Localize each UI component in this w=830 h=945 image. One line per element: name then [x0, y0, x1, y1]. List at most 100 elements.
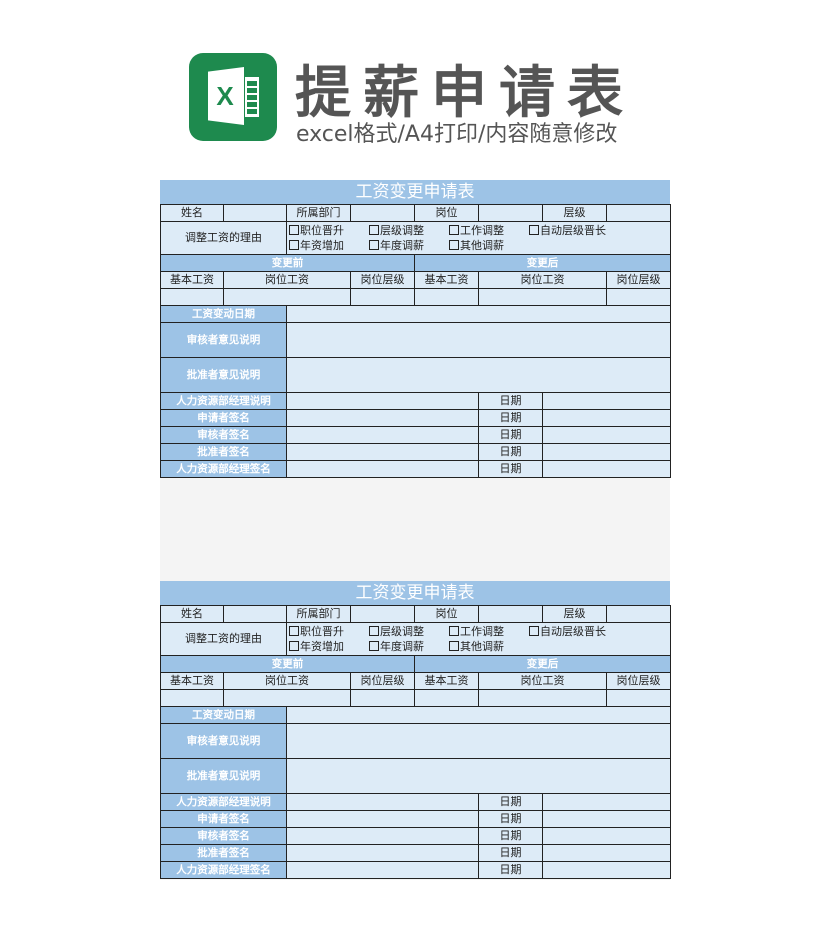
date-input[interactable] — [542, 409, 671, 427]
date-input[interactable] — [542, 793, 671, 811]
value-cell[interactable] — [223, 689, 351, 707]
reason-checkbox[interactable]: 层级调整 — [369, 223, 449, 238]
checkbox-icon — [289, 626, 299, 636]
sign-input[interactable] — [286, 861, 479, 879]
sign-row-label: 人力资源部经理签名 — [160, 460, 287, 478]
reason-checkbox[interactable]: 年资增加 — [289, 639, 369, 654]
sign-input[interactable] — [286, 793, 479, 811]
value-cell[interactable] — [478, 689, 607, 707]
value-cell[interactable] — [606, 689, 671, 707]
reason-checkbox[interactable]: 自动层级晋长 — [529, 223, 619, 238]
date-input[interactable] — [542, 827, 671, 845]
value-cell[interactable] — [414, 689, 479, 707]
post-input[interactable] — [478, 605, 543, 623]
reason-checkbox[interactable]: 年度调薪 — [369, 238, 449, 253]
value-cell[interactable] — [350, 689, 415, 707]
sign-input[interactable] — [286, 844, 479, 862]
col-header: 岗位工资 — [223, 672, 351, 690]
level-label: 层级 — [542, 605, 607, 623]
col-header: 基本工资 — [414, 672, 479, 690]
reason-checkbox[interactable]: 层级调整 — [369, 624, 449, 639]
reason-checkbox[interactable]: 职位晋升 — [289, 223, 369, 238]
name-label: 姓名 — [160, 204, 224, 222]
approver-opinion-input[interactable] — [286, 357, 671, 393]
level-input[interactable] — [606, 204, 671, 222]
form-table: 姓名 所属部门 岗位 层级 调整工资的理由 职位晋升 层级调整 工作调整 自动层级晋长… — [160, 605, 671, 879]
sign-input[interactable] — [286, 392, 479, 410]
checkbox-icon — [369, 225, 379, 235]
date-input[interactable] — [542, 443, 671, 461]
value-cell[interactable] — [478, 288, 607, 306]
reason-checkbox[interactable]: 其他调薪 — [449, 639, 529, 654]
name-input[interactable] — [223, 204, 287, 222]
form-table: 姓名 所属部门 岗位 层级 调整工资的理由 职位晋升 层级调整 工作调整 自动层级晋长… — [160, 204, 671, 478]
checkbox-icon — [449, 626, 459, 636]
change-date-label: 工资变动日期 — [160, 706, 287, 724]
value-cell[interactable] — [606, 288, 671, 306]
col-header: 基本工资 — [414, 271, 479, 289]
date-label: 日期 — [478, 810, 543, 828]
value-cell[interactable] — [414, 288, 479, 306]
sign-input[interactable] — [286, 426, 479, 444]
value-cell[interactable] — [160, 288, 224, 306]
checkbox-icon — [369, 240, 379, 250]
col-header: 岗位层级 — [606, 271, 671, 289]
post-input[interactable] — [478, 204, 543, 222]
date-input[interactable] — [542, 392, 671, 410]
sign-input[interactable] — [286, 827, 479, 845]
date-input[interactable] — [542, 426, 671, 444]
reason-options: 职位晋升 层级调整 工作调整 自动层级晋长 年资增加 年度调薪 其他调薪 — [286, 221, 671, 255]
dept-input[interactable] — [350, 204, 415, 222]
value-cell[interactable] — [350, 288, 415, 306]
reason-checkbox[interactable]: 工作调整 — [449, 223, 529, 238]
reason-checkbox[interactable]: 工作调整 — [449, 624, 529, 639]
col-header: 岗位工资 — [223, 271, 351, 289]
sign-input[interactable] — [286, 460, 479, 478]
date-label: 日期 — [478, 861, 543, 879]
reviewer-opinion-input[interactable] — [286, 723, 671, 759]
date-input[interactable] — [542, 810, 671, 828]
checkbox-icon — [449, 240, 459, 250]
level-input[interactable] — [606, 605, 671, 623]
reviewer-opinion-label: 审核者意见说明 — [160, 723, 287, 759]
reason-checkbox[interactable]: 年度调薪 — [369, 639, 449, 654]
checkbox-icon — [289, 641, 299, 651]
reason-checkbox[interactable]: 年资增加 — [289, 238, 369, 253]
col-header: 岗位工资 — [478, 271, 607, 289]
date-input[interactable] — [542, 861, 671, 879]
value-cell[interactable] — [160, 689, 224, 707]
date-input[interactable] — [542, 844, 671, 862]
after-change-header: 变更后 — [414, 655, 671, 673]
before-change-header: 变更前 — [160, 655, 415, 673]
date-input[interactable] — [542, 460, 671, 478]
sign-input[interactable] — [286, 443, 479, 461]
col-header: 岗位工资 — [478, 672, 607, 690]
name-label: 姓名 — [160, 605, 224, 623]
change-date-input[interactable] — [286, 706, 671, 724]
approver-opinion-input[interactable] — [286, 758, 671, 794]
before-change-header: 变更前 — [160, 254, 415, 272]
sign-row-label: 人力资源部经理说明 — [160, 793, 287, 811]
approver-opinion-label: 批准者意见说明 — [160, 758, 287, 794]
after-change-header: 变更后 — [414, 254, 671, 272]
level-label: 层级 — [542, 204, 607, 222]
checkbox-icon — [289, 240, 299, 250]
dept-label: 所属部门 — [286, 605, 351, 623]
sign-input[interactable] — [286, 409, 479, 427]
value-cell[interactable] — [223, 288, 351, 306]
date-label: 日期 — [478, 793, 543, 811]
reviewer-opinion-input[interactable] — [286, 322, 671, 358]
form-title: 工资变更申请表 — [160, 581, 670, 605]
reason-checkbox[interactable]: 职位晋升 — [289, 624, 369, 639]
date-label: 日期 — [478, 844, 543, 862]
checkbox-icon — [529, 225, 539, 235]
sign-input[interactable] — [286, 810, 479, 828]
dept-input[interactable] — [350, 605, 415, 623]
reason-checkbox[interactable]: 其他调薪 — [449, 238, 529, 253]
change-date-input[interactable] — [286, 305, 671, 323]
date-label: 日期 — [478, 392, 543, 410]
sign-row-label: 审核者签名 — [160, 827, 287, 845]
date-label: 日期 — [478, 827, 543, 845]
name-input[interactable] — [223, 605, 287, 623]
reason-checkbox[interactable]: 自动层级晋长 — [529, 624, 619, 639]
